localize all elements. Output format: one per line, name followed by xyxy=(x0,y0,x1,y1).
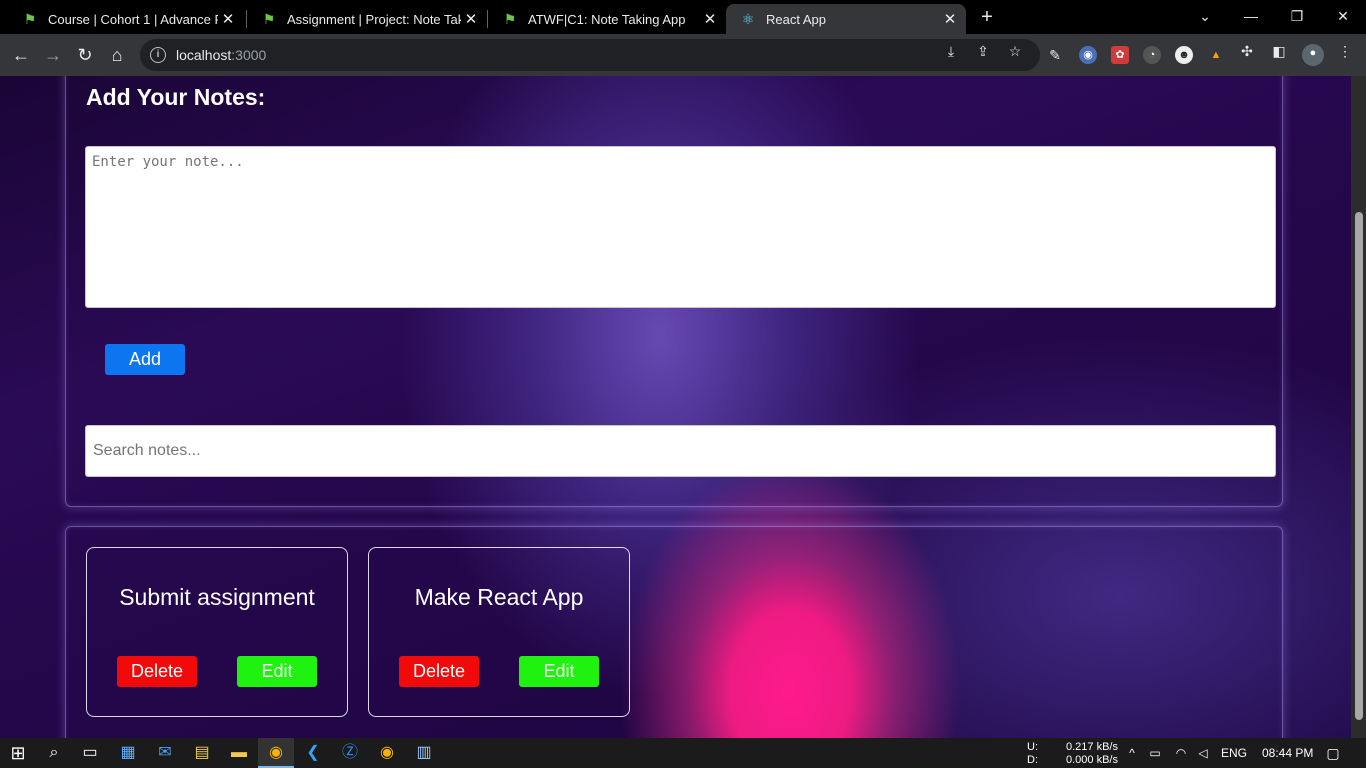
extension-blue-icon[interactable]: ◉ xyxy=(1079,46,1097,64)
browser-toolbar: ← → ↻ ⌂ i localhost:3000 ⤓ ⇪ ☆ ✎ ◉ ✿ ◔ ☻… xyxy=(0,34,1366,76)
net-down-label: D: xyxy=(1027,754,1038,766)
edit-button[interactable]: Edit xyxy=(237,656,317,687)
extension-shoe-icon[interactable]: ▲ xyxy=(1207,46,1225,64)
profile-avatar[interactable]: ● xyxy=(1302,44,1324,66)
vertical-scrollbar[interactable] xyxy=(1351,76,1366,738)
back-icon[interactable]: ← xyxy=(8,42,34,68)
tab-title: React App xyxy=(766,11,826,27)
tab-search-icon[interactable]: ⌄ xyxy=(1182,0,1228,32)
page-title: Add Your Notes: xyxy=(86,84,266,110)
windows-start-icon[interactable]: ⊞ xyxy=(0,738,36,768)
new-tab-button[interactable]: + xyxy=(976,6,998,28)
tab-atwf[interactable]: ⚑ ATWF|C1: Note Taking App ✕ xyxy=(488,4,726,34)
extension-gauge-icon[interactable]: ◔ xyxy=(1143,46,1161,64)
note-title: Submit assignment xyxy=(119,584,315,610)
windows-taskbar: ⊞ ⌕ ▭ ▦ ✉ ▤ ▬ ◉ ❮ Ⓩ ◉ ▥ U: D: 0.217 kB/s… xyxy=(0,738,1366,768)
delete-button[interactable]: Delete xyxy=(117,656,197,687)
page-viewport: Add Your Notes: Add Submit assignment De… xyxy=(0,76,1366,738)
volume-icon[interactable]: ◁ xyxy=(1194,738,1212,768)
install-icon[interactable]: ⤓ xyxy=(942,42,960,60)
battery-icon[interactable]: ▭ xyxy=(1146,738,1164,768)
tab-assignment[interactable]: ⚑ Assignment | Project: Note Taking ✕ xyxy=(247,4,487,34)
tab-title: Course | Cohort 1 | Advance Full S xyxy=(48,11,218,27)
bookmark-star-icon[interactable]: ☆ xyxy=(1006,42,1024,60)
search-input[interactable] xyxy=(85,425,1276,477)
add-button[interactable]: Add xyxy=(105,344,185,375)
chevron-up-icon[interactable]: ^ xyxy=(1124,738,1140,768)
net-up-speed: 0.217 kB/s xyxy=(1066,741,1118,753)
menu-kebab-icon[interactable]: ⋮ xyxy=(1336,42,1354,60)
clock[interactable]: 08:44 PM xyxy=(1262,746,1313,760)
net-up-label: U: xyxy=(1027,741,1038,753)
note-title: Make React App xyxy=(414,584,584,610)
extension-face-icon[interactable]: ☻ xyxy=(1175,46,1193,64)
file-explorer-icon[interactable]: ▬ xyxy=(221,738,257,768)
address-bar[interactable]: i localhost:3000 xyxy=(140,39,1040,71)
zoom-icon[interactable]: Ⓩ xyxy=(332,738,368,768)
close-icon[interactable]: ✕ xyxy=(940,10,960,28)
chrome-icon[interactable]: ◉ xyxy=(258,738,294,768)
home-icon[interactable]: ⌂ xyxy=(104,42,130,68)
delete-button[interactable]: Delete xyxy=(399,656,479,687)
forward-icon[interactable]: → xyxy=(40,42,66,68)
close-icon[interactable]: ✕ xyxy=(700,10,720,28)
tab-title: Assignment | Project: Note Taking xyxy=(287,11,461,27)
window-close-icon[interactable]: ✕ xyxy=(1320,0,1366,32)
eyedropper-extension-icon[interactable]: ✎ xyxy=(1046,46,1064,64)
note-card: Submit assignment Delete Edit xyxy=(86,547,348,717)
vscode-icon[interactable]: ❮ xyxy=(295,738,331,768)
notes-app-icon[interactable]: ▤ xyxy=(184,738,220,768)
language-indicator[interactable]: ENG xyxy=(1221,746,1247,760)
react-icon: ⚛ xyxy=(741,11,755,27)
close-icon[interactable]: ✕ xyxy=(461,10,481,28)
close-icon[interactable]: ✕ xyxy=(218,10,238,28)
search-icon[interactable]: ⌕ xyxy=(36,738,72,768)
scrollbar-thumb[interactable] xyxy=(1355,212,1363,720)
store-icon[interactable]: ▦ xyxy=(110,738,146,768)
note-card: Make React App Delete Edit xyxy=(368,547,630,717)
flag-icon: ⚑ xyxy=(503,11,517,27)
extension-red-icon[interactable]: ✿ xyxy=(1111,46,1129,64)
net-down-speed: 0.000 kB/s xyxy=(1066,754,1118,766)
notepad-icon[interactable]: ▥ xyxy=(406,738,442,768)
share-icon[interactable]: ⇪ xyxy=(974,42,992,60)
minimize-icon[interactable]: — xyxy=(1228,0,1274,32)
wifi-icon[interactable]: ◠ xyxy=(1172,738,1190,768)
flag-icon: ⚑ xyxy=(23,11,37,27)
mail-icon[interactable]: ✉ xyxy=(147,738,183,768)
tab-react-app[interactable]: ⚛ React App ✕ xyxy=(726,4,966,34)
site-info-icon[interactable]: i xyxy=(150,47,166,63)
tab-title: ATWF|C1: Note Taking App xyxy=(528,11,686,27)
notifications-icon[interactable]: ▢ xyxy=(1318,738,1348,768)
task-view-icon[interactable]: ▭ xyxy=(72,738,108,768)
extensions-puzzle-icon[interactable]: ✣ xyxy=(1238,42,1256,60)
flag-icon: ⚑ xyxy=(262,11,276,27)
reload-icon[interactable]: ↻ xyxy=(72,42,98,68)
browser-tab-strip: ⚑ Course | Cohort 1 | Advance Full S ✕ ⚑… xyxy=(0,0,1366,34)
side-panel-icon[interactable]: ◧ xyxy=(1270,42,1288,60)
edit-button[interactable]: Edit xyxy=(519,656,599,687)
chrome-alt-icon[interactable]: ◉ xyxy=(369,738,405,768)
note-input[interactable] xyxy=(85,146,1276,308)
tab-course[interactable]: ⚑ Course | Cohort 1 | Advance Full S ✕ xyxy=(8,4,244,34)
url-text: localhost:3000 xyxy=(176,47,267,63)
restore-icon[interactable]: ❐ xyxy=(1274,0,1320,32)
